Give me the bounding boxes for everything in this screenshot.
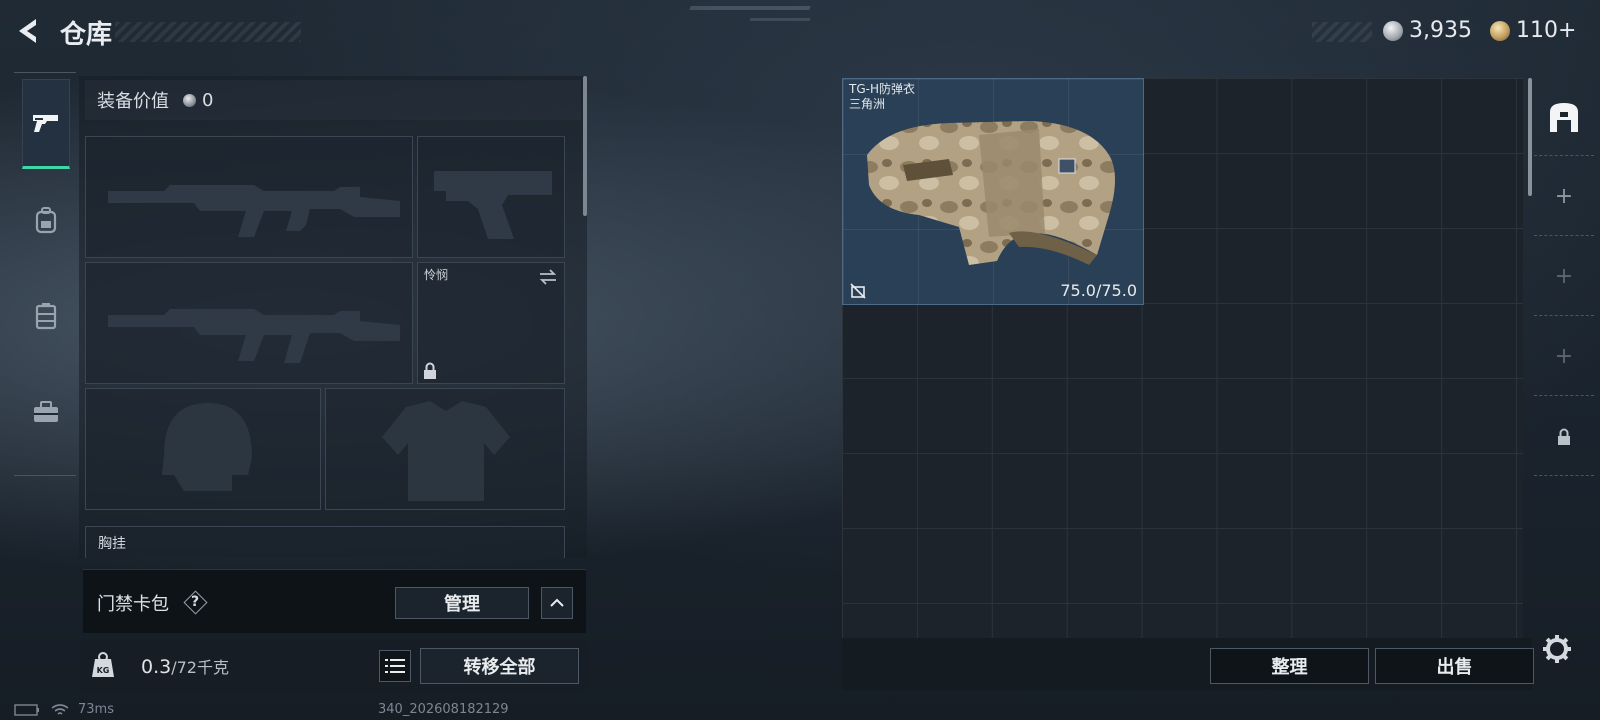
kg-label: KG <box>97 666 110 675</box>
warehouse-icon <box>1550 102 1578 132</box>
body-armor-slot[interactable] <box>325 388 565 510</box>
no-sell-icon <box>850 283 866 299</box>
ping-readout: 73ms <box>78 702 114 717</box>
plus-icon: + <box>1554 184 1574 209</box>
storage-tab-add-2[interactable]: + <box>1534 238 1594 316</box>
storage-tab-locked[interactable] <box>1534 398 1594 476</box>
carry-weight-bar: KG 0.3/72千克 转移全部 <box>79 640 587 692</box>
melee-slot-label: 怜悯 <box>424 268 449 282</box>
toolbox-icon <box>34 401 58 422</box>
equipment-value-header: 装备价值 0 <box>85 80 581 120</box>
keycard-case-bar: 门禁卡包 ? 管理 <box>83 569 586 633</box>
stash-item-body-armor[interactable]: TG-H防弹衣 三角洲 75.0/75.0 <box>842 78 1144 305</box>
chest-rig-slot[interactable]: 胸挂 <box>85 526 565 558</box>
equipment-panel: 装备价值 0 怜悯 胸挂 <box>79 76 587 558</box>
carry-weight-current: 0.3 <box>141 656 172 678</box>
secondary-weapon-slot[interactable] <box>85 262 413 384</box>
storage-tab-add-1[interactable]: + <box>1534 158 1594 236</box>
wifi-icon <box>51 703 69 715</box>
equipment-value: 0 <box>202 89 214 111</box>
list-view-button[interactable] <box>379 650 411 682</box>
chevron-up-icon <box>550 598 564 607</box>
melee-slot[interactable]: 怜悯 <box>417 262 565 384</box>
helmet-slot[interactable] <box>85 388 321 510</box>
keycard-case-label: 门禁卡包 <box>97 594 169 615</box>
carry-weight-max: /72千克 <box>171 658 229 677</box>
transfer-all-button[interactable]: 转移全部 <box>420 648 579 684</box>
build-id: 340_202608182129 <box>378 702 509 717</box>
helmet-silhouette-icon <box>162 403 252 491</box>
primary-weapon-slot[interactable] <box>85 136 413 258</box>
equipment-scrollbar[interactable] <box>583 76 587 216</box>
settings-button[interactable] <box>1542 634 1572 668</box>
lock-icon <box>1558 428 1570 445</box>
weight-kg-icon: KG <box>92 652 114 677</box>
rifle-silhouette-icon <box>108 185 400 237</box>
body-armor-image <box>867 121 1115 265</box>
gold-currency[interactable]: 110+ <box>1490 18 1576 43</box>
lock-icon <box>424 362 436 379</box>
armor-silhouette-icon <box>382 401 510 501</box>
stash-item-name-line2: 三角洲 <box>849 97 886 111</box>
title-decoration <box>115 22 301 42</box>
storage-action-bar: 整理 出售 <box>842 638 1534 690</box>
storage-page-tabs: + + + <box>1534 78 1594 478</box>
header-streak <box>749 18 811 21</box>
storage-tab-add-3[interactable]: + <box>1534 318 1594 396</box>
currency-decoration <box>1312 22 1372 42</box>
manage-button[interactable]: 管理 <box>395 587 529 619</box>
storage-tab-main[interactable] <box>1534 78 1594 156</box>
storage-scrollbar[interactable] <box>1528 78 1532 196</box>
category-rail <box>14 72 76 476</box>
plus-icon: + <box>1554 264 1574 289</box>
chest-rig-label: 胸挂 <box>98 536 126 552</box>
carry-weight-readout: 0.3/72千克 <box>141 654 229 678</box>
sell-button[interactable]: 出售 <box>1375 648 1534 684</box>
rifle-silhouette-icon <box>108 309 400 363</box>
stash-item-name-line1: TG-H防弹衣 <box>849 82 915 96</box>
rail-tab-weapons[interactable] <box>22 79 70 169</box>
battery-icon <box>14 703 39 716</box>
plus-icon: + <box>1554 344 1574 369</box>
silver-currency[interactable]: 3,935 <box>1383 18 1472 43</box>
help-icon[interactable]: ? <box>183 590 207 614</box>
vest-rig-icon <box>35 303 57 330</box>
stash-item-durability: 75.0/75.0 <box>1060 281 1137 300</box>
rail-tab-toolbox[interactable] <box>22 367 70 457</box>
silver-amount: 3,935 <box>1409 18 1472 43</box>
pistol-icon <box>33 115 58 132</box>
sidearm-slot[interactable] <box>417 136 565 258</box>
pistol-silhouette-icon <box>434 171 552 239</box>
header-streak <box>689 6 811 10</box>
equipment-value-label: 装备价值 <box>97 91 169 112</box>
silver-coin-icon <box>183 93 196 107</box>
list-icon <box>385 659 405 673</box>
sort-button[interactable]: 整理 <box>1210 648 1369 684</box>
collapse-button[interactable] <box>541 587 573 619</box>
gold-amount: 110+ <box>1516 18 1577 43</box>
backpack-icon <box>35 207 57 234</box>
silver-coin-icon <box>1383 20 1403 41</box>
gear-icon <box>1543 635 1571 663</box>
rail-tab-backpack[interactable] <box>22 175 70 265</box>
device-status: 73ms <box>14 702 114 717</box>
stash-item-name: TG-H防弹衣 三角洲 <box>849 82 915 112</box>
gold-coin-icon <box>1490 20 1510 41</box>
swap-icon[interactable] <box>538 269 558 285</box>
rail-tab-chest-rig[interactable] <box>22 271 70 361</box>
back-arrow-icon[interactable] <box>14 16 44 46</box>
page-title: 仓库 <box>60 20 113 50</box>
